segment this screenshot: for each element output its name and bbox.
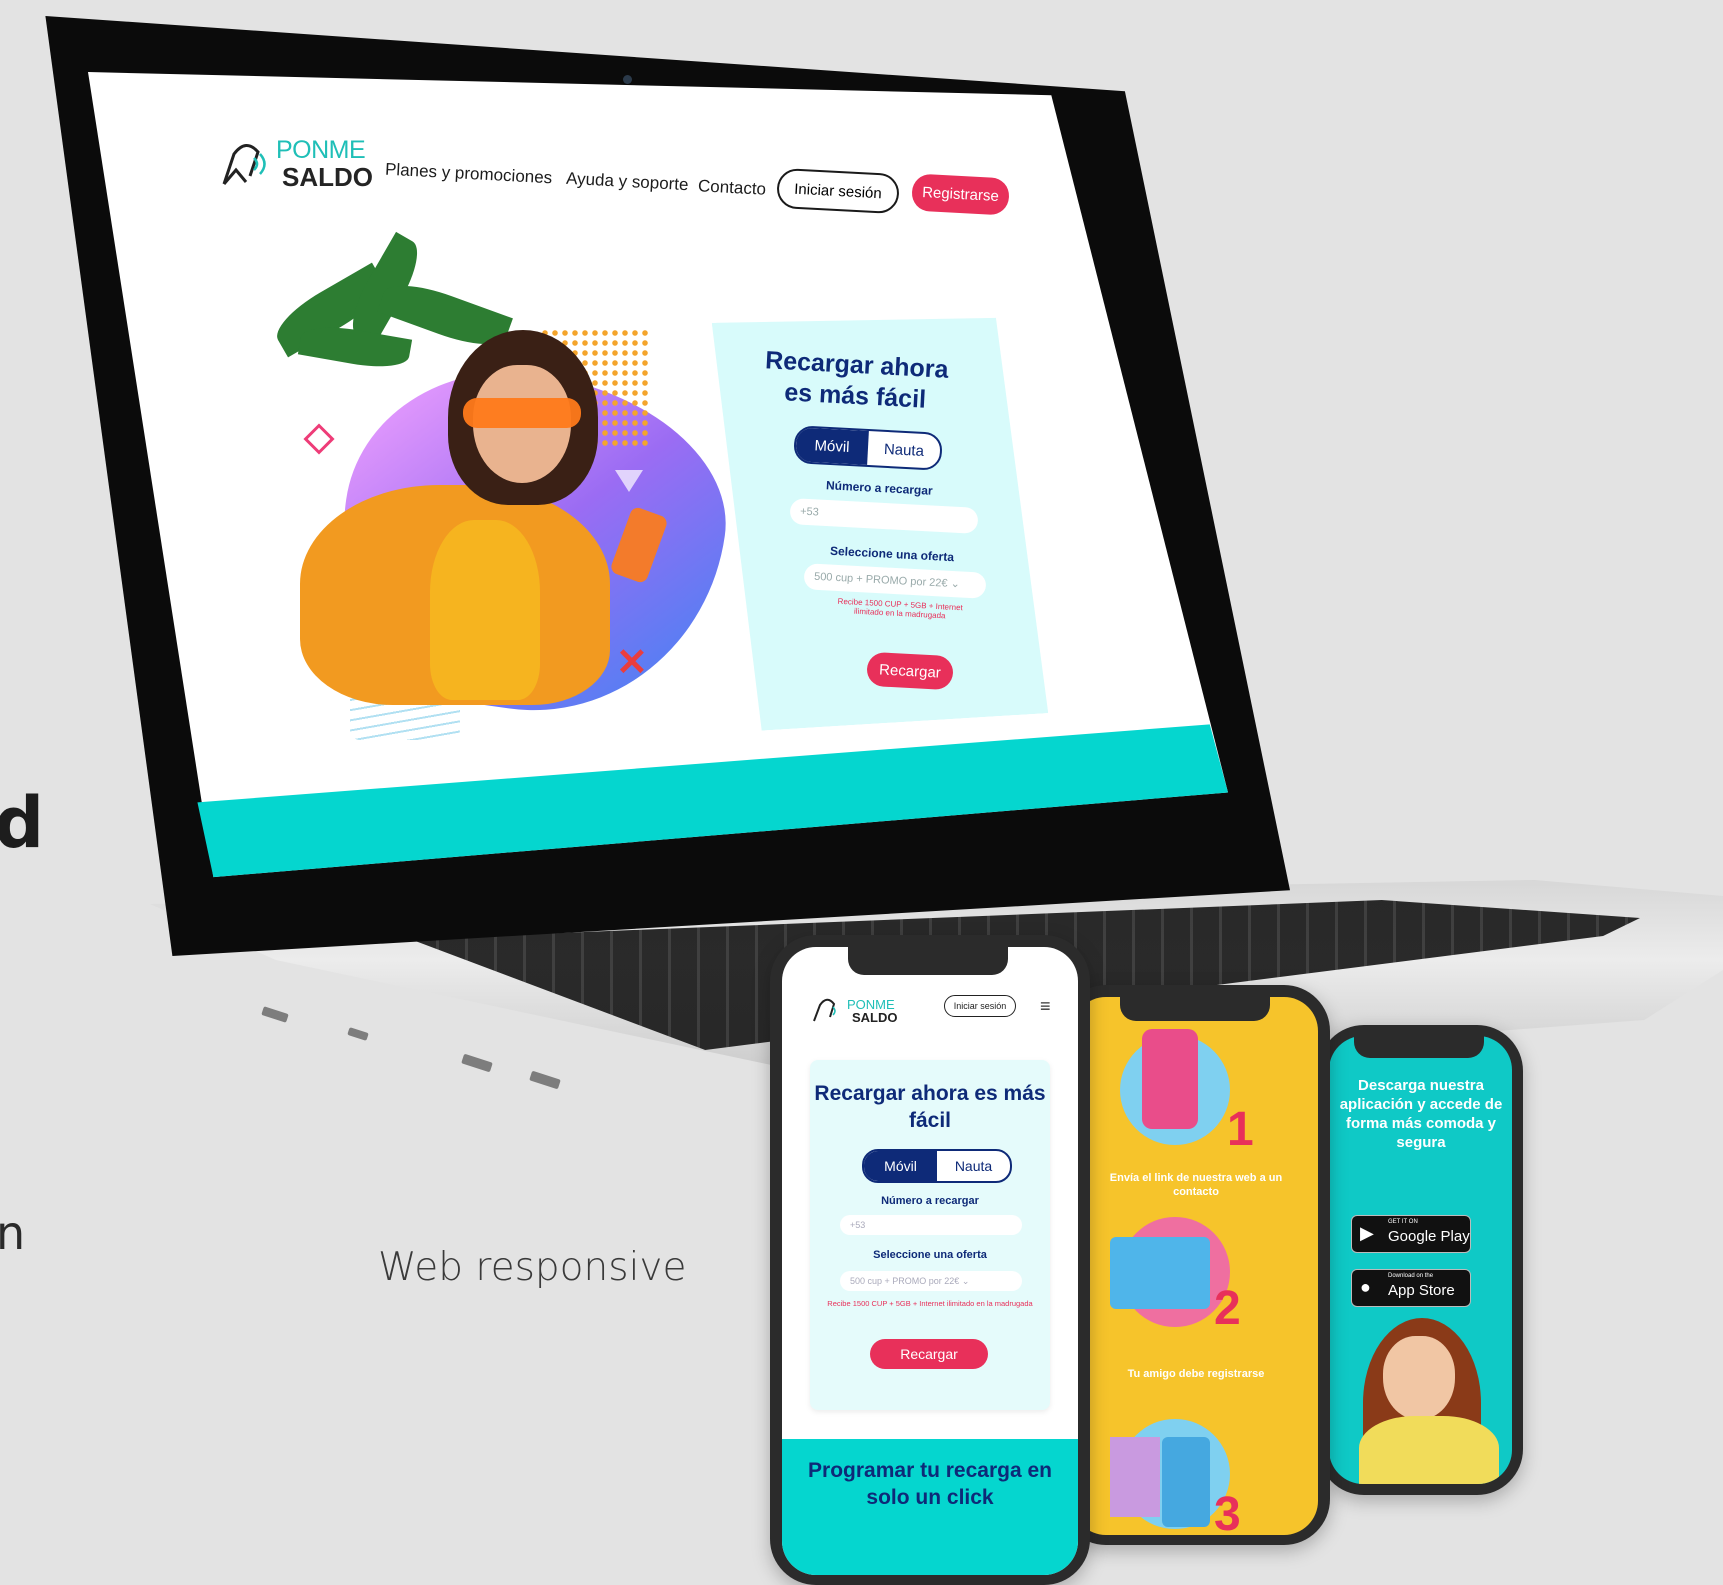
phone-app-download: Descarga nuestra aplicación y accede de … [1318, 1025, 1523, 1495]
recharge-card-title: Recargar ahora es más fácil [764, 346, 950, 414]
laptop-port [461, 1053, 493, 1073]
line-type-toggle[interactable]: Móvil Nauta [793, 425, 943, 471]
offer-select[interactable]: 500 cup + PROMO por 22€ ⌄ [840, 1271, 1022, 1291]
number-label: Número a recargar [881, 1195, 979, 1207]
hero-triangle-shape [615, 470, 643, 492]
cropped-heading-fragment: d [0, 782, 45, 864]
google-play-button[interactable]: ▶ GET IT ON Google Play [1351, 1215, 1471, 1253]
tab-movil[interactable]: Móvil [795, 427, 869, 465]
phone-screen: Descarga nuestra aplicación y accede de … [1329, 1036, 1512, 1484]
hamburger-icon[interactable]: ≡ [1040, 997, 1060, 1015]
step2-computer-icon [1110, 1237, 1210, 1309]
login-button[interactable]: Iniciar sesión [944, 995, 1016, 1017]
laptop-port [347, 1027, 369, 1041]
logo-text-ponme: PONME [276, 136, 366, 164]
offer-select-value: 500 cup + PROMO por 22€ [850, 1276, 960, 1286]
apple-icon: ● [1360, 1277, 1371, 1297]
app-store-label: App Store [1388, 1282, 1455, 1299]
offer-select-value: 500 cup + PROMO por 22€ [813, 570, 948, 590]
google-play-icon: ▶ [1360, 1223, 1374, 1243]
number-input[interactable]: +53 [840, 1215, 1022, 1235]
tab-nauta[interactable]: Nauta [867, 431, 941, 469]
app-promo-person-face [1383, 1336, 1455, 1420]
nav-link-contact[interactable]: Contacto [698, 176, 767, 200]
step3-gift-icon [1110, 1437, 1160, 1517]
cropped-text-fragment: n [0, 1206, 26, 1260]
app-download-title: Descarga nuestra aplicación y accede de … [1339, 1077, 1503, 1151]
step3-number: 3 [1214, 1488, 1241, 1535]
step2-text: Tu amigo debe registrarse [1127, 1368, 1265, 1380]
phone-recharge: PONME SALDO Iniciar sesión ≡ Recargar ah… [770, 935, 1090, 1585]
phone-screen: 1 Envía el link de nuestra web a un cont… [1072, 997, 1318, 1535]
app-store-small-text: Download on the [1388, 1273, 1434, 1279]
laptop-port [261, 1006, 289, 1023]
offer-note: Recibe 1500 CUP + 5GB + Internet ilimita… [827, 1299, 1033, 1308]
step2-number: 2 [1214, 1282, 1241, 1335]
register-button[interactable]: Registrarse [911, 173, 1010, 216]
chevron-down-icon: ⌄ [950, 577, 961, 591]
caption-web-responsive: Web responsive [378, 1245, 687, 1290]
phone-screen: PONME SALDO Iniciar sesión ≡ Recargar ah… [782, 947, 1078, 1575]
recharge-button[interactable]: Recargar [866, 651, 954, 691]
schedule-banner-text: Programar tu recarga en solo un click [808, 1459, 1052, 1509]
step3-phone-icon [1162, 1437, 1210, 1527]
phone-notch [1120, 997, 1270, 1021]
laptop-port [529, 1070, 561, 1090]
logo-signal-icon [222, 144, 266, 185]
recharge-button[interactable]: Recargar [870, 1339, 988, 1369]
chevron-down-icon: ⌄ [961, 1276, 970, 1286]
recharge-card-title: Recargar ahora es más fácil [814, 1082, 1046, 1132]
hero-person-sunglasses [463, 398, 581, 428]
phone-notch [1354, 1036, 1484, 1058]
hero-x-mark-icon: ✕ [616, 642, 648, 684]
ponme-saldo-logo[interactable]: PONME SALDO [214, 130, 374, 196]
laptop-camera [623, 75, 632, 84]
logo-text-saldo: SALDO [852, 1010, 898, 1025]
offer-label: Seleccione una oferta [873, 1249, 987, 1261]
login-button[interactable]: Iniciar sesión [776, 167, 900, 215]
logo-signal-icon [813, 998, 836, 1022]
tab-movil[interactable]: Móvil [864, 1151, 937, 1181]
step1-text: Envía el link de nuestra web a un contac… [1109, 1172, 1283, 1198]
step1-number: 1 [1227, 1103, 1254, 1156]
app-store-button[interactable]: ● Download on the App Store [1351, 1269, 1471, 1307]
google-play-label: Google Play [1388, 1228, 1470, 1245]
app-promo-person-shirt [1359, 1416, 1499, 1484]
phone-steps: 1 Envía el link de nuestra web a un cont… [1060, 985, 1330, 1545]
step1-phone-icon [1142, 1029, 1198, 1129]
line-type-toggle[interactable]: Móvil Nauta [862, 1149, 1012, 1183]
tab-nauta[interactable]: Nauta [937, 1151, 1010, 1181]
logo-text-saldo: SALDO [282, 162, 373, 192]
google-play-small-text: GET IT ON [1388, 1219, 1418, 1225]
hero-person-shirt [430, 520, 540, 700]
phone-notch [848, 947, 1008, 975]
